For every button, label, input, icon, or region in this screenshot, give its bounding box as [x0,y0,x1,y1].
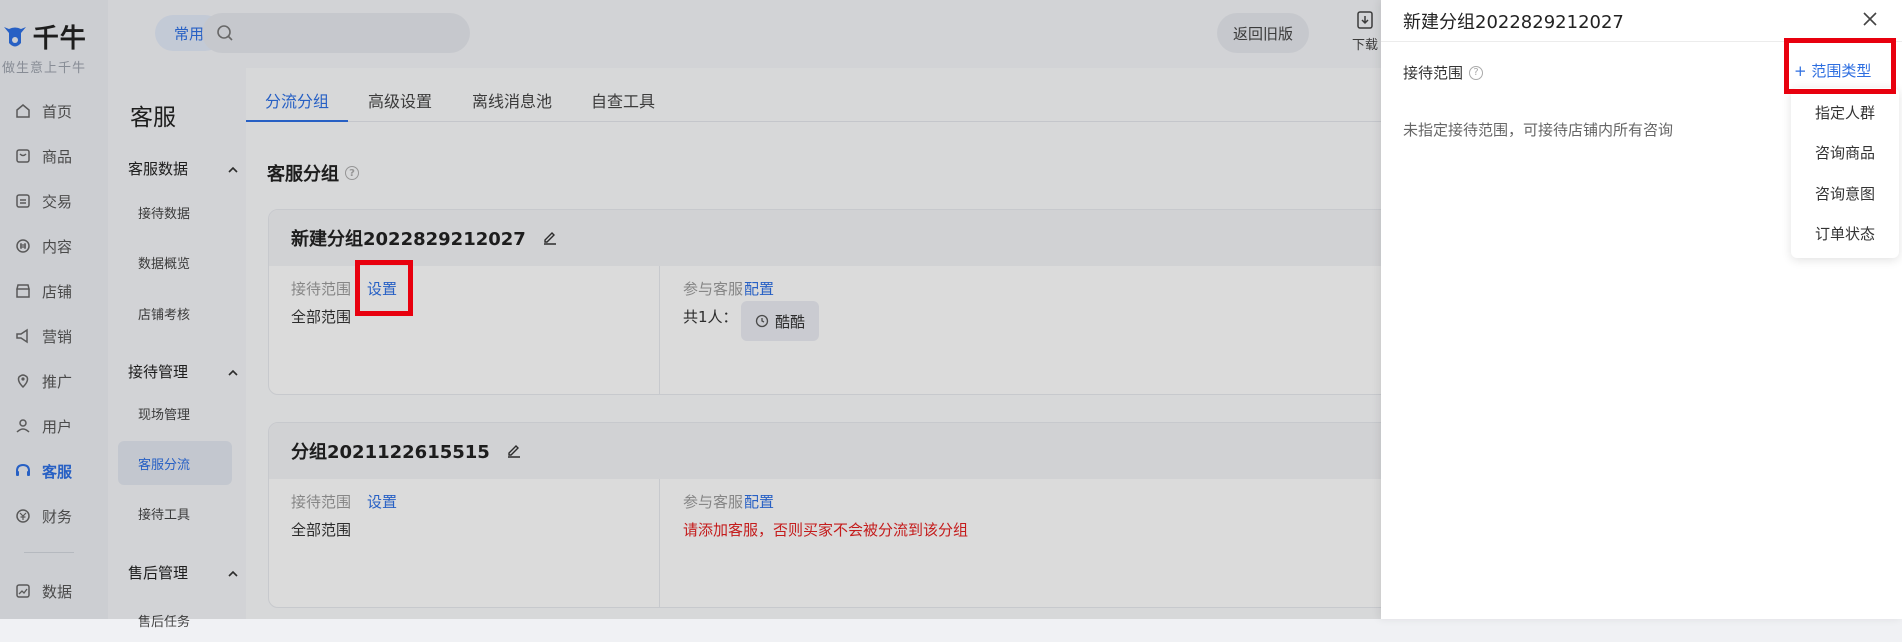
dropdown-item-target-audience[interactable]: 指定人群 [1815,102,1875,123]
dropdown-item-consult-intent[interactable]: 咨询意图 [1815,183,1875,204]
close-icon[interactable] [1861,10,1881,30]
range-type-dropdown: 指定人群 咨询商品 咨询意图 订单状态 [1791,88,1899,258]
dropdown-item-consult-product[interactable]: 咨询商品 [1815,142,1875,163]
help-icon[interactable]: ? [1469,65,1484,80]
highlight-box [355,260,413,316]
range-label-text: 接待范围 [1403,64,1464,82]
modal-backdrop[interactable] [0,0,1381,619]
drawer-range-label: 接待范围 ? [1403,62,1484,83]
group-settings-drawer: 新建分组2022829212027 接待范围 ? + 范围类型 未指定接待范围，… [1381,0,1902,619]
drawer-title: 新建分组2022829212027 [1403,12,1624,33]
drawer-header: 新建分组2022829212027 [1381,0,1902,42]
range-empty-note: 未指定接待范围，可接待店铺内所有咨询 [1403,121,1674,139]
dropdown-item-order-status[interactable]: 订单状态 [1815,223,1875,244]
highlight-box [1784,38,1896,94]
